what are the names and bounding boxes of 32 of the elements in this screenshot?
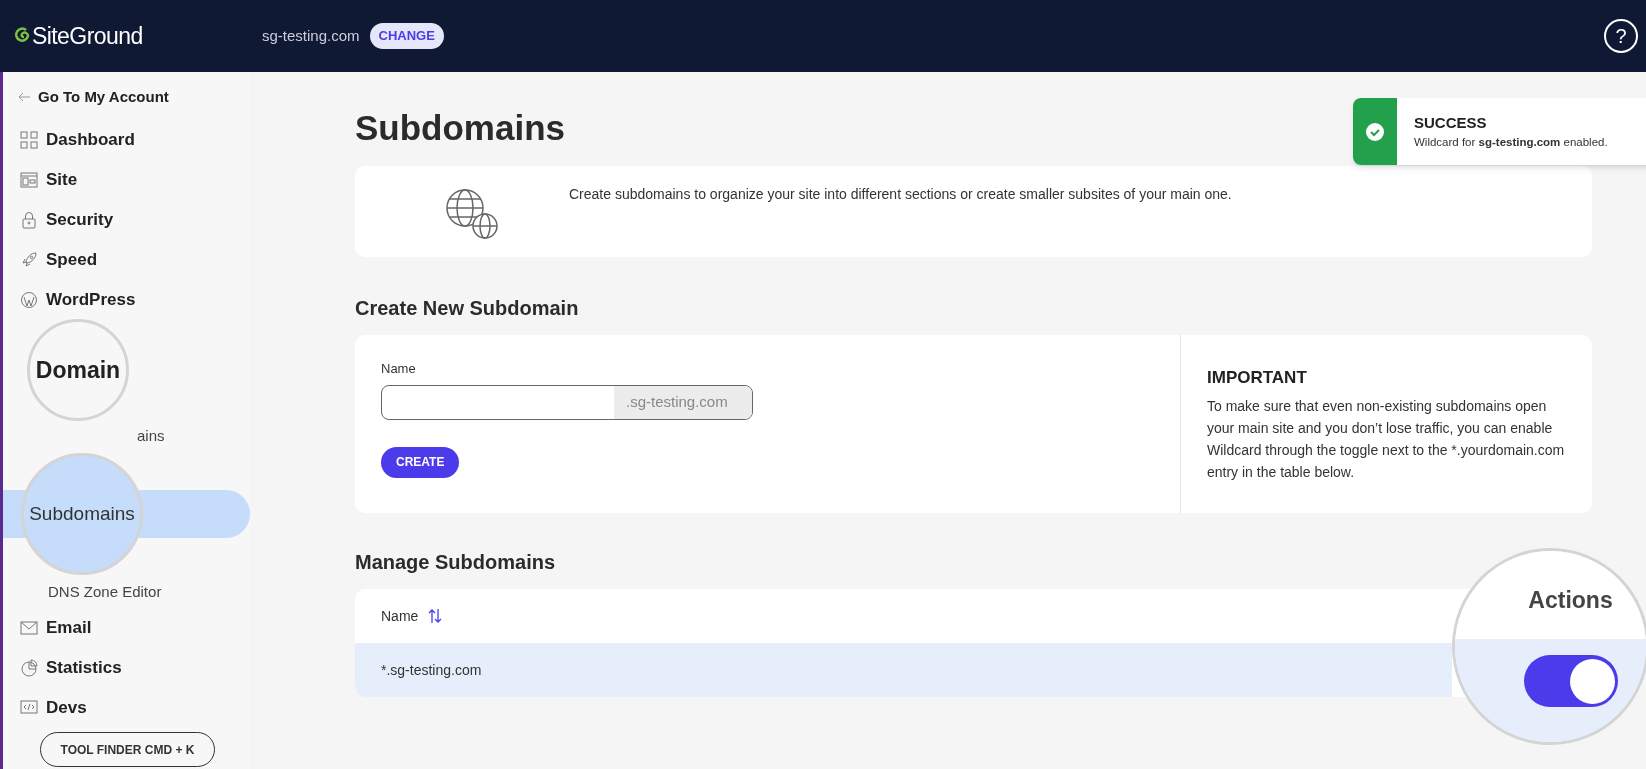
change-button[interactable]: CHANGE [369,23,444,49]
site-name: sg-testing.com [262,25,360,46]
important-text: To make sure that even non-existing subdomains open your main site and you don’t lose traffic, you can enable Wildcard through the toggle next to the *.yourdomain.com entry in the table below. [1207,396,1566,482]
table-cell-text: *.sg-testing.com [381,660,482,680]
sidebar-item[interactable]: Security [3,200,250,240]
domain-suffix: .sg-testing.com [614,385,752,419]
column-header: Actions [1528,585,1613,615]
create-button[interactable]: CREATE [381,446,460,478]
back-link[interactable]: Go To My Account [3,84,250,110]
column-header[interactable]: Name [381,605,419,627]
sidebar-item[interactable]: Speed [3,240,250,280]
sidebar-item[interactable]: WordPress [3,280,250,320]
magnified-sidebar-item[interactable]: Subdomains [21,453,143,575]
sidebar-item[interactable]: Email [3,608,250,648]
sidebar-item[interactable]: Site [3,160,250,200]
sidebar-item[interactable]: Statistics [3,648,250,688]
sidebar-subitem[interactable]: ains [135,424,167,448]
toast-message: Wildcard for sg-testing.com enabled. [1414,135,1608,151]
toast-title: SUCCESS [1414,112,1488,133]
sidebar-subitem[interactable]: DNS Zone Editor [46,580,164,604]
sidebar-item[interactable]: Devs [3,688,250,728]
page-title: Subdomains [355,110,566,149]
logo[interactable]: SiteGround [14,18,262,54]
help-button[interactable]: ? [1604,19,1638,53]
section-title: Create New Subdomain [355,296,580,321]
important-title: IMPORTANT [1207,367,1308,389]
table-row[interactable]: *.sg-testing.com [355,643,1452,697]
intro-text: Create subdomains to organize your site into different sections or create smaller subsites of your main one. [569,185,1232,204]
section-title: Manage Subdomains [355,550,557,575]
field-label: Name [381,360,416,378]
magnified-sidebar-item[interactable]: Domain [27,319,129,421]
sidebar-item[interactable]: Dashboard [3,120,250,160]
